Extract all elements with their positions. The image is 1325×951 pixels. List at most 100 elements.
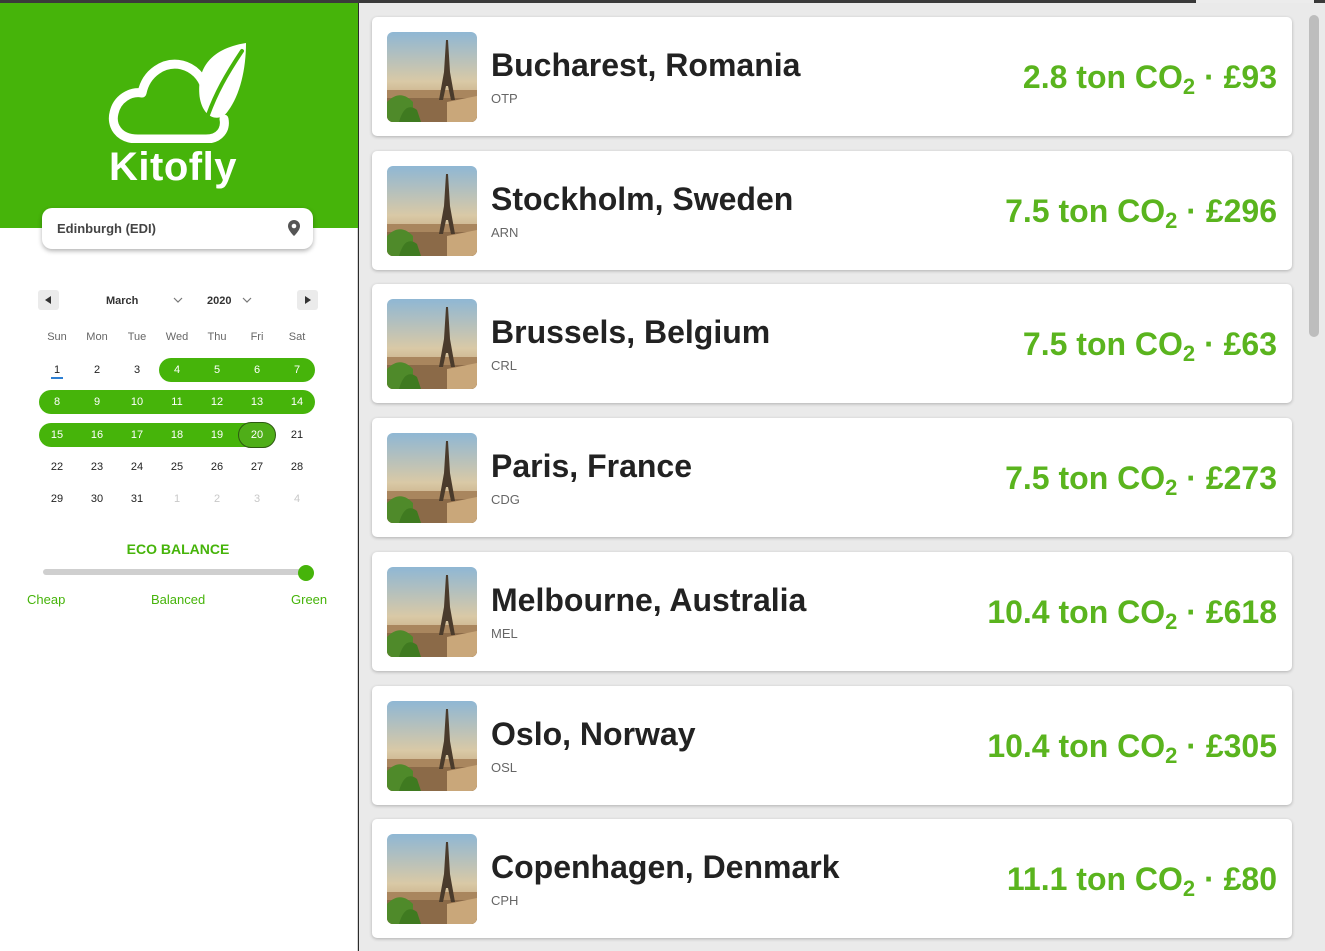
calendar-day[interactable]: 17 <box>117 423 157 447</box>
results-scrollbar[interactable] <box>1307 3 1325 951</box>
destination-card[interactable]: Brussels, Belgium CRL 7.5 ton CO2 · £63 <box>372 284 1292 404</box>
next-month-button[interactable] <box>297 290 318 310</box>
calendar-day[interactable]: 12 <box>197 390 237 414</box>
weekday-label: Thu <box>207 331 227 343</box>
weekday-label: Fri <box>250 331 264 343</box>
destination-photo-frame <box>387 700 477 791</box>
calendar-day[interactable]: 18 <box>157 423 197 447</box>
calendar-day[interactable]: 19 <box>197 423 237 447</box>
destination-photo-frame <box>387 566 477 657</box>
co2-value: 11.1 <box>1006 861 1068 898</box>
month-select[interactable]: March <box>84 291 186 311</box>
destination-airport-code: OTP <box>491 91 518 106</box>
results-list: Bucharest, Romania OTP 2.8 ton CO2 · £93 St… <box>359 3 1307 951</box>
weekday-label: Mon <box>86 331 108 343</box>
co2-value: 10.4 <box>987 593 1050 630</box>
calendar-day[interactable]: 23 <box>77 455 117 479</box>
calendar-day[interactable]: 13 <box>237 390 277 414</box>
origin-search-field[interactable]: Edinburgh (EDI) <box>42 208 313 249</box>
calendar-day[interactable]: 4 <box>157 358 197 382</box>
destination-card[interactable]: Melbourne, Australia MEL 10.4 ton CO2 · £6… <box>372 551 1292 671</box>
co2-unit: ton CO <box>1058 460 1166 497</box>
destination-airport-code: CRL <box>491 358 518 374</box>
scrollbar-thumb[interactable] <box>1309 15 1319 337</box>
destination-card[interactable]: Bucharest, Romania OTP 2.8 ton CO2 · £93 <box>372 17 1292 136</box>
calendar-day[interactable]: 14 <box>277 390 317 414</box>
weekday-label: Tue <box>127 331 147 343</box>
chevron-down-icon <box>173 297 183 303</box>
destination-photo-frame <box>387 834 477 925</box>
destination-photo <box>387 32 477 122</box>
calendar-day[interactable]: 3 <box>117 358 157 382</box>
calendar-day: 3 <box>253 493 261 506</box>
destination-card[interactable]: Paris, France CDG 7.5 ton CO2 · £273 <box>372 418 1292 538</box>
destination-photo-frame <box>387 299 477 390</box>
calendar-day: 4 <box>293 493 301 506</box>
destination-city: Paris, France <box>491 448 692 485</box>
calendar-day[interactable]: 22 <box>37 455 77 479</box>
price-value: £618 <box>1205 593 1277 630</box>
destination-photo-frame <box>387 32 477 122</box>
calendar-day[interactable]: 26 <box>197 455 237 479</box>
eco-label-cheap: Cheap <box>27 592 66 607</box>
calendar-day[interactable]: 27 <box>237 455 277 479</box>
co2-subscript: 2 <box>1165 608 1178 634</box>
destination-photo <box>387 834 477 925</box>
co2-value: 2.8 <box>1022 59 1068 95</box>
weekday-label: Wed <box>165 331 189 343</box>
destination-airport-code: ARN <box>491 224 519 240</box>
calendar-day[interactable]: 29 <box>37 487 77 511</box>
price-value: £80 <box>1223 861 1277 898</box>
eco-balance-slider-thumb[interactable] <box>298 565 314 581</box>
destination-card[interactable]: Oslo, Norway OSL 10.4 ton CO2 · £305 <box>372 685 1292 805</box>
calendar-day[interactable]: 31 <box>117 487 157 511</box>
year-select[interactable]: 2020 <box>200 291 256 311</box>
price-value: £63 <box>1223 326 1277 363</box>
calendar-day[interactable]: 9 <box>77 390 117 414</box>
destination-city: Melbourne, Australia <box>491 581 807 618</box>
destination-card[interactable]: Copenhagen, Denmark CPH 11.1 ton CO2 · £80 <box>372 819 1292 939</box>
price-value: £305 <box>1205 727 1277 764</box>
co2-subscript: 2 <box>1182 74 1196 99</box>
calendar-day[interactable]: 30 <box>77 487 117 511</box>
destination-photo <box>387 433 477 524</box>
calendar-day[interactable]: 21 <box>277 423 317 447</box>
calendar-day[interactable]: 11 <box>157 390 197 414</box>
brand-header: Kitofly <box>0 3 358 228</box>
location-pin-icon[interactable] <box>288 220 300 236</box>
calendar-day: 1 <box>173 493 181 506</box>
cloud-leaf-logo-icon <box>108 43 246 143</box>
calendar-day[interactable]: 25 <box>157 455 197 479</box>
calendar-day[interactable]: 10 <box>117 390 157 414</box>
destination-city: Bucharest, Romania <box>491 47 801 83</box>
co2-value: 7.5 <box>1005 460 1050 497</box>
calendar-day[interactable]: 2 <box>77 358 117 382</box>
destination-co2-price: 11.1 ton CO2 · £80 <box>1006 861 1277 902</box>
destination-photo <box>387 566 477 657</box>
destination-photo <box>387 299 477 390</box>
origin-value[interactable]: Edinburgh (EDI) <box>57 221 156 236</box>
destination-city: Oslo, Norway <box>491 715 696 752</box>
calendar-day[interactable]: 5 <box>197 358 237 382</box>
calendar-day[interactable]: 28 <box>277 455 317 479</box>
calendar-day[interactable]: 16 <box>77 423 117 447</box>
destination-photo <box>387 165 477 256</box>
calendar-day[interactable]: 1 <box>37 358 77 382</box>
arrow-left-icon <box>45 296 51 304</box>
calendar-day[interactable]: 8 <box>37 390 77 414</box>
calendar-day[interactable]: 15 <box>37 423 77 447</box>
eco-balance-slider-track[interactable] <box>43 569 306 575</box>
eco-label-balanced: Balanced <box>151 592 206 607</box>
co2-subscript: 2 <box>1182 341 1196 367</box>
prev-month-button[interactable] <box>38 290 59 310</box>
co2-unit: ton CO <box>1076 59 1183 95</box>
destination-card[interactable]: Stockholm, Sweden ARN 7.5 ton CO2 · £296 <box>372 150 1292 270</box>
destination-co2-price: 2.8 ton CO2 · £93 <box>1022 59 1277 99</box>
destination-photo-frame <box>387 433 477 524</box>
month-select-value: March <box>106 295 139 307</box>
calendar-day[interactable]: 24 <box>117 455 157 479</box>
eco-balance-title: ECO BALANCE <box>126 541 230 557</box>
calendar-day[interactable]: 20 <box>237 421 277 448</box>
calendar-day[interactable]: 6 <box>237 358 277 382</box>
calendar-day[interactable]: 7 <box>277 358 317 382</box>
